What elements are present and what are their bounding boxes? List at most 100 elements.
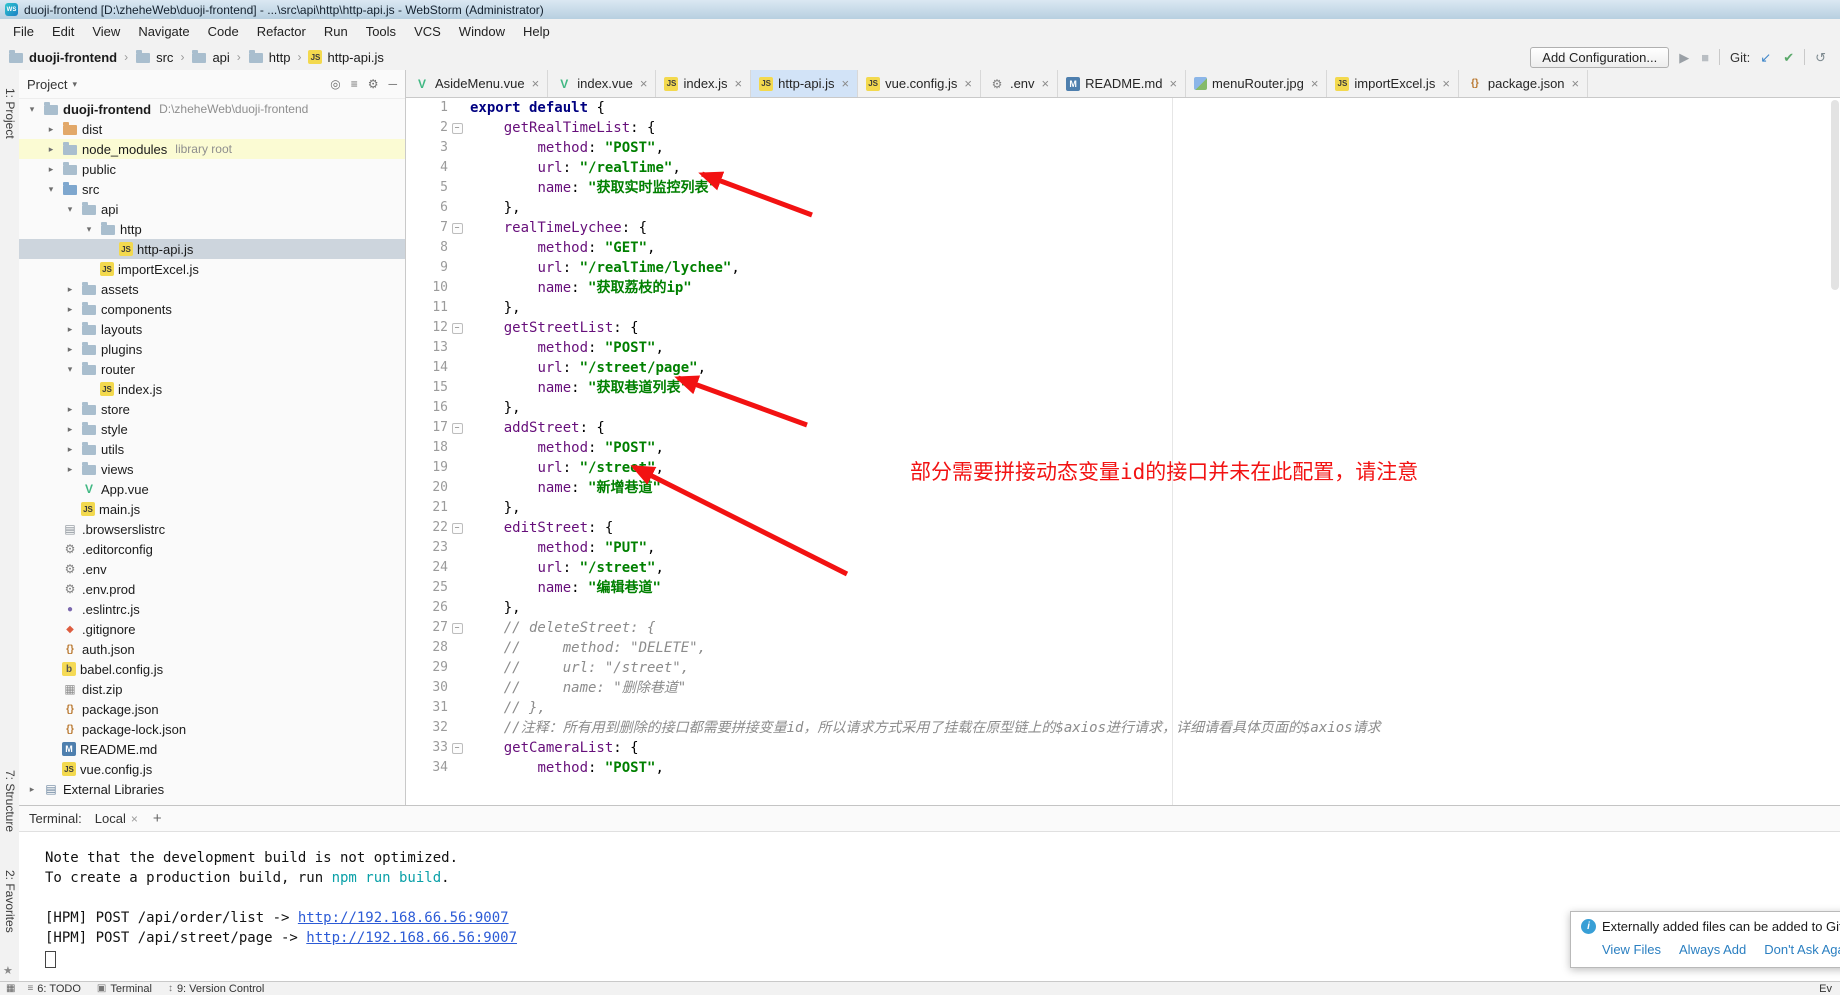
chevron-right-icon[interactable]: ▸ bbox=[63, 304, 77, 315]
status-6-todo[interactable]: ≡6: TODO bbox=[27, 983, 80, 995]
breadcrumb-item-src[interactable]: src bbox=[135, 49, 173, 65]
menu-item-navigate[interactable]: Navigate bbox=[129, 21, 198, 42]
options-icon[interactable]: ≡ bbox=[351, 77, 358, 91]
chevron-right-icon[interactable]: ▸ bbox=[63, 344, 77, 355]
tree-item-store[interactable]: ▸store bbox=[19, 399, 405, 419]
tab-vue.config.js[interactable]: JSvue.config.js× bbox=[858, 70, 981, 97]
tree-item-package.json[interactable]: {}package.json bbox=[19, 699, 405, 719]
tree-item-package-lock.json[interactable]: {}package-lock.json bbox=[19, 719, 405, 739]
tree-item-src[interactable]: ▾src bbox=[19, 179, 405, 199]
tree-item-plugins[interactable]: ▸plugins bbox=[19, 339, 405, 359]
chevron-right-icon[interactable]: ▸ bbox=[63, 324, 77, 335]
stop-icon[interactable]: ■ bbox=[1701, 51, 1709, 64]
tree-item-.env[interactable]: ⚙.env bbox=[19, 559, 405, 579]
tree-item-dist[interactable]: ▸dist bbox=[19, 119, 405, 139]
chevron-down-icon[interactable]: ▾ bbox=[25, 104, 39, 115]
menu-item-file[interactable]: File bbox=[4, 21, 43, 42]
tree-item-dist.zip[interactable]: ▦dist.zip bbox=[19, 679, 405, 699]
close-icon[interactable]: × bbox=[1442, 76, 1450, 91]
tree-item-duoji-frontend[interactable]: ▾duoji-frontendD:\zheheWeb\duoji-fronten… bbox=[19, 99, 405, 119]
tool-button-structure[interactable]: 7: Structure bbox=[3, 770, 17, 832]
menu-item-vcs[interactable]: VCS bbox=[405, 21, 450, 42]
close-icon[interactable]: × bbox=[735, 76, 743, 91]
tab-menuRouter.jpg[interactable]: menuRouter.jpg× bbox=[1186, 70, 1327, 97]
scrollbar-thumb[interactable] bbox=[1831, 100, 1839, 290]
tree-item-.editorconfig[interactable]: ⚙.editorconfig bbox=[19, 539, 405, 559]
tree-item-http-api.js[interactable]: JShttp-api.js bbox=[19, 239, 405, 259]
breadcrumb-item-api[interactable]: api bbox=[191, 49, 229, 65]
tree-item-layouts[interactable]: ▸layouts bbox=[19, 319, 405, 339]
tree-item-index.js[interactable]: JSindex.js bbox=[19, 379, 405, 399]
terminal-link[interactable]: http://192.168.66.56:9007 bbox=[298, 910, 509, 926]
notification-action-always-add[interactable]: Always Add bbox=[1679, 942, 1746, 957]
tree-item-node_modules[interactable]: ▸node_moduleslibrary root bbox=[19, 139, 405, 159]
tab-README.md[interactable]: MREADME.md× bbox=[1058, 70, 1186, 97]
breadcrumb-item-http[interactable]: http bbox=[248, 49, 291, 65]
chevron-right-icon[interactable]: ▸ bbox=[44, 164, 58, 175]
editor-scrollbar[interactable] bbox=[1830, 98, 1840, 805]
chevron-right-icon[interactable]: ▸ bbox=[63, 284, 77, 295]
new-terminal-icon[interactable]: + bbox=[153, 810, 162, 827]
tree-item-public[interactable]: ▸public bbox=[19, 159, 405, 179]
tab-package.json[interactable]: {}package.json× bbox=[1459, 70, 1588, 97]
title-bar[interactable]: WS duoji-frontend [D:\zheheWeb\duoji-fro… bbox=[0, 0, 1840, 20]
notification-action-don-t-ask-again[interactable]: Don't Ask Again bbox=[1764, 942, 1840, 957]
chevron-right-icon[interactable]: ▸ bbox=[44, 124, 58, 135]
chevron-down-icon[interactable]: ▾ bbox=[44, 184, 58, 195]
history-icon[interactable]: ↺ bbox=[1815, 51, 1826, 64]
menu-item-run[interactable]: Run bbox=[315, 21, 357, 42]
menu-item-tools[interactable]: Tools bbox=[357, 21, 405, 42]
chevron-right-icon[interactable]: ▸ bbox=[63, 404, 77, 415]
menu-item-code[interactable]: Code bbox=[199, 21, 248, 42]
close-icon[interactable]: × bbox=[842, 76, 850, 91]
chevron-right-icon[interactable]: ▸ bbox=[63, 424, 77, 435]
close-icon[interactable]: × bbox=[1572, 76, 1580, 91]
fold-icon[interactable]: − bbox=[452, 523, 463, 534]
tree-item-views[interactable]: ▸views bbox=[19, 459, 405, 479]
fold-icon[interactable]: − bbox=[452, 623, 463, 634]
close-icon[interactable]: × bbox=[532, 76, 540, 91]
git-update-icon[interactable]: ↙ bbox=[1760, 51, 1771, 64]
close-icon[interactable]: × bbox=[131, 812, 138, 826]
close-icon[interactable]: × bbox=[1042, 76, 1050, 91]
tree-item-assets[interactable]: ▸assets bbox=[19, 279, 405, 299]
status-right[interactable]: Ev bbox=[1819, 983, 1834, 995]
breadcrumb-item-http-api.js[interactable]: JShttp-api.js bbox=[308, 50, 383, 65]
terminal-tab-local[interactable]: Local × bbox=[88, 809, 145, 828]
tree-item-.env.prod[interactable]: ⚙.env.prod bbox=[19, 579, 405, 599]
tree-item-babel.config.js[interactable]: bbabel.config.js bbox=[19, 659, 405, 679]
tree-item-.gitignore[interactable]: ◆.gitignore bbox=[19, 619, 405, 639]
tab-.env[interactable]: ⚙.env× bbox=[981, 70, 1058, 97]
git-commit-icon[interactable]: ✔ bbox=[1783, 51, 1794, 64]
terminal-link[interactable]: http://192.168.66.56:9007 bbox=[306, 930, 517, 946]
tree-item-importExcel.js[interactable]: JSimportExcel.js bbox=[19, 259, 405, 279]
tree-item-http[interactable]: ▾http bbox=[19, 219, 405, 239]
run-icon[interactable]: ▶ bbox=[1679, 51, 1689, 64]
close-icon[interactable]: × bbox=[640, 76, 648, 91]
menu-item-window[interactable]: Window bbox=[450, 21, 514, 42]
close-icon[interactable]: × bbox=[964, 76, 972, 91]
tab-index.js[interactable]: JSindex.js× bbox=[656, 70, 751, 97]
breadcrumb-item-duoji-frontend[interactable]: duoji-frontend bbox=[8, 49, 117, 65]
tool-button-project[interactable]: 1: Project bbox=[3, 88, 17, 139]
chevron-down-icon[interactable]: ▾ bbox=[82, 224, 96, 235]
tree-item-style[interactable]: ▸style bbox=[19, 419, 405, 439]
chevron-right-icon[interactable]: ▸ bbox=[25, 784, 39, 795]
tree-item-router[interactable]: ▾router bbox=[19, 359, 405, 379]
menu-item-help[interactable]: Help bbox=[514, 21, 559, 42]
code-editor[interactable]: 1export default {2− getRealTimeList: {3 … bbox=[406, 98, 1840, 805]
fold-icon[interactable]: − bbox=[452, 123, 463, 134]
close-icon[interactable]: × bbox=[1169, 76, 1177, 91]
notification-action-view-files[interactable]: View Files bbox=[1602, 942, 1661, 957]
tree-item-utils[interactable]: ▸utils bbox=[19, 439, 405, 459]
tree-item-README.md[interactable]: MREADME.md bbox=[19, 739, 405, 759]
menu-item-edit[interactable]: Edit bbox=[43, 21, 83, 42]
status-9-version-control[interactable]: ↕9: Version Control bbox=[168, 983, 264, 995]
locate-file-icon[interactable]: ◎ bbox=[330, 77, 340, 91]
tab-http-api.js[interactable]: JShttp-api.js× bbox=[751, 70, 858, 97]
tree-item-.browserslistrc[interactable]: ▤.browserslistrc bbox=[19, 519, 405, 539]
fold-icon[interactable]: − bbox=[452, 323, 463, 334]
status-terminal[interactable]: ▣Terminal bbox=[97, 983, 152, 995]
tab-importExcel.js[interactable]: JSimportExcel.js× bbox=[1327, 70, 1459, 97]
chevron-down-icon[interactable]: ▾ bbox=[63, 204, 77, 215]
